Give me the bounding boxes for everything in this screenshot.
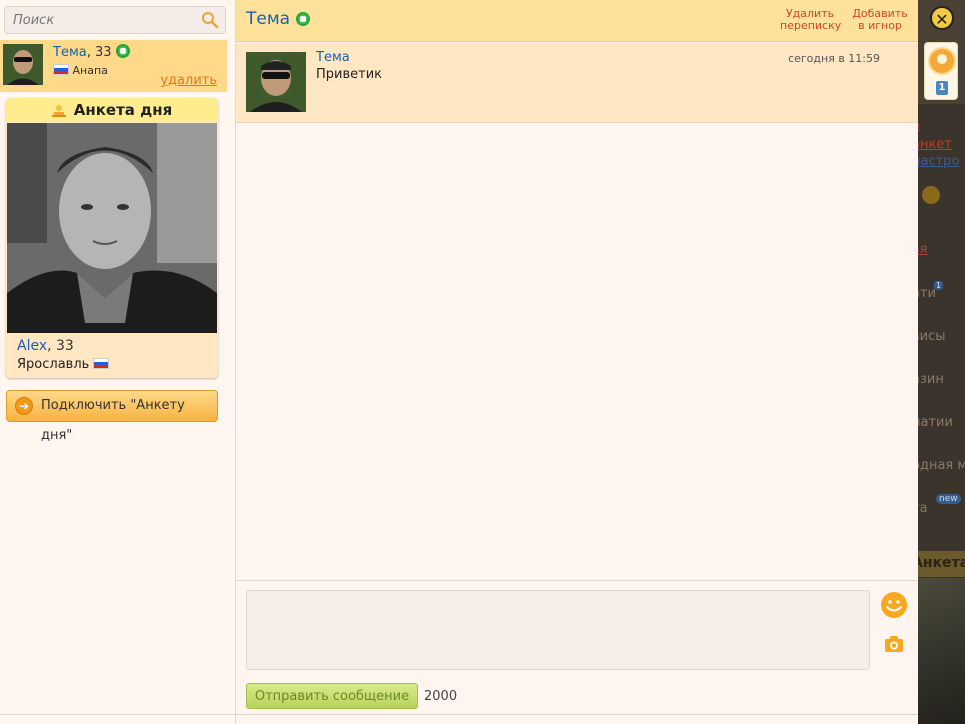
message-text: Приветик xyxy=(316,67,383,82)
new-badge: new xyxy=(936,494,961,504)
bg-fragment: висы xyxy=(918,329,946,344)
coin-icon xyxy=(922,186,940,204)
online-icon xyxy=(115,44,130,58)
crown-icon xyxy=(51,105,66,117)
contact-item[interactable]: Тема, 33 Анапа удалить xyxy=(0,40,227,92)
search-box xyxy=(4,6,226,34)
notifications-widget[interactable]: 1 xyxy=(924,42,958,100)
conversation-title: Тема xyxy=(246,9,310,29)
background-page: а анкет настро ья ати 1 висы азин патии … xyxy=(918,0,965,724)
profile-of-the-day-city-line: Ярославль xyxy=(17,357,110,372)
profile-of-the-day-card: Анкета дня Alex, 33 Ярославль xyxy=(6,98,218,378)
conversation-header: Тема Удалить переписку Добавить в игнор xyxy=(236,0,918,42)
message-time: сегодня в 11:59 xyxy=(788,52,880,65)
add-to-ignore-line2: в игнор xyxy=(858,19,902,32)
bg-fragment: ья xyxy=(918,242,928,257)
message-item: Тема Приветик сегодня в 11:59 xyxy=(236,43,918,123)
bg-photo xyxy=(918,578,965,724)
contact-city-line: Анапа xyxy=(53,64,108,77)
message-input[interactable] xyxy=(246,590,870,670)
contact-name[interactable]: Тема xyxy=(53,45,87,60)
arrow-right-icon xyxy=(15,391,33,421)
bg-fragment: патии xyxy=(918,415,953,430)
bg-fragment: азин xyxy=(918,372,944,387)
bg-fragment: а xyxy=(918,118,920,133)
connect-button-label: Подключить "Анкету дня" xyxy=(41,398,185,443)
messages-modal: Тема, 33 Анапа удалить Анкета дня xyxy=(0,0,918,724)
profile-of-the-day-header: Анкета дня xyxy=(6,98,218,122)
online-icon xyxy=(295,12,310,26)
conversation-title-name[interactable]: Тема xyxy=(246,9,290,29)
delete-conversation-line2: переписку xyxy=(780,19,842,32)
russia-flag-icon xyxy=(93,358,110,369)
message-author[interactable]: Тема xyxy=(316,50,350,65)
russia-flag-icon xyxy=(53,64,69,75)
delete-conversation-button[interactable]: Удалить переписку xyxy=(780,8,842,32)
add-to-ignore-button[interactable]: Добавить в игнор xyxy=(852,8,908,32)
contact-name-line: Тема, 33 xyxy=(53,44,130,60)
modal-bottom-divider xyxy=(0,714,918,715)
conversation-body xyxy=(236,123,918,580)
notification-count: 1 xyxy=(936,81,948,95)
connect-profile-of-the-day-button[interactable]: Подключить "Анкету дня" xyxy=(6,390,218,443)
message-composer: Отправить сообщение 2000 xyxy=(236,580,918,724)
profile-of-the-day-name[interactable]: Alex xyxy=(17,338,47,354)
contact-age: , 33 xyxy=(86,45,112,60)
profile-of-the-day-photo[interactable] xyxy=(7,123,217,333)
contact-avatar[interactable] xyxy=(3,44,43,85)
search-icon[interactable] xyxy=(201,11,219,29)
close-icon[interactable]: ✕ xyxy=(930,6,954,30)
characters-left-counter: 2000 xyxy=(424,689,458,704)
profile-of-the-day-age: , 33 xyxy=(47,338,74,354)
message-author-avatar[interactable] xyxy=(246,52,306,112)
bg-fragment: анкет xyxy=(918,137,952,152)
bg-fragment: настро xyxy=(918,154,960,169)
bg-badge: 1 xyxy=(934,281,944,290)
send-message-button[interactable]: Отправить сообщение xyxy=(246,683,418,709)
profile-of-the-day-title: Анкета дня xyxy=(73,101,173,119)
bg-fragment: та xyxy=(918,501,928,516)
profile-of-the-day-city: Ярославль xyxy=(17,357,90,372)
contacts-panel: Тема, 33 Анапа удалить Анкета дня xyxy=(0,0,236,724)
search-input[interactable] xyxy=(13,11,193,29)
bg-anketa-bar: Анкета xyxy=(918,551,965,577)
contact-city: Анапа xyxy=(72,64,108,77)
camera-icon[interactable] xyxy=(884,635,904,653)
conversation-panel: Тема Удалить переписку Добавить в игнор xyxy=(236,0,918,724)
bg-fragment: одная м xyxy=(918,458,965,473)
user-icon xyxy=(928,47,956,75)
smile-icon[interactable] xyxy=(880,591,908,619)
profile-of-the-day-name-line: Alex, 33 xyxy=(17,338,74,354)
delete-contact-link[interactable]: удалить xyxy=(160,73,217,88)
